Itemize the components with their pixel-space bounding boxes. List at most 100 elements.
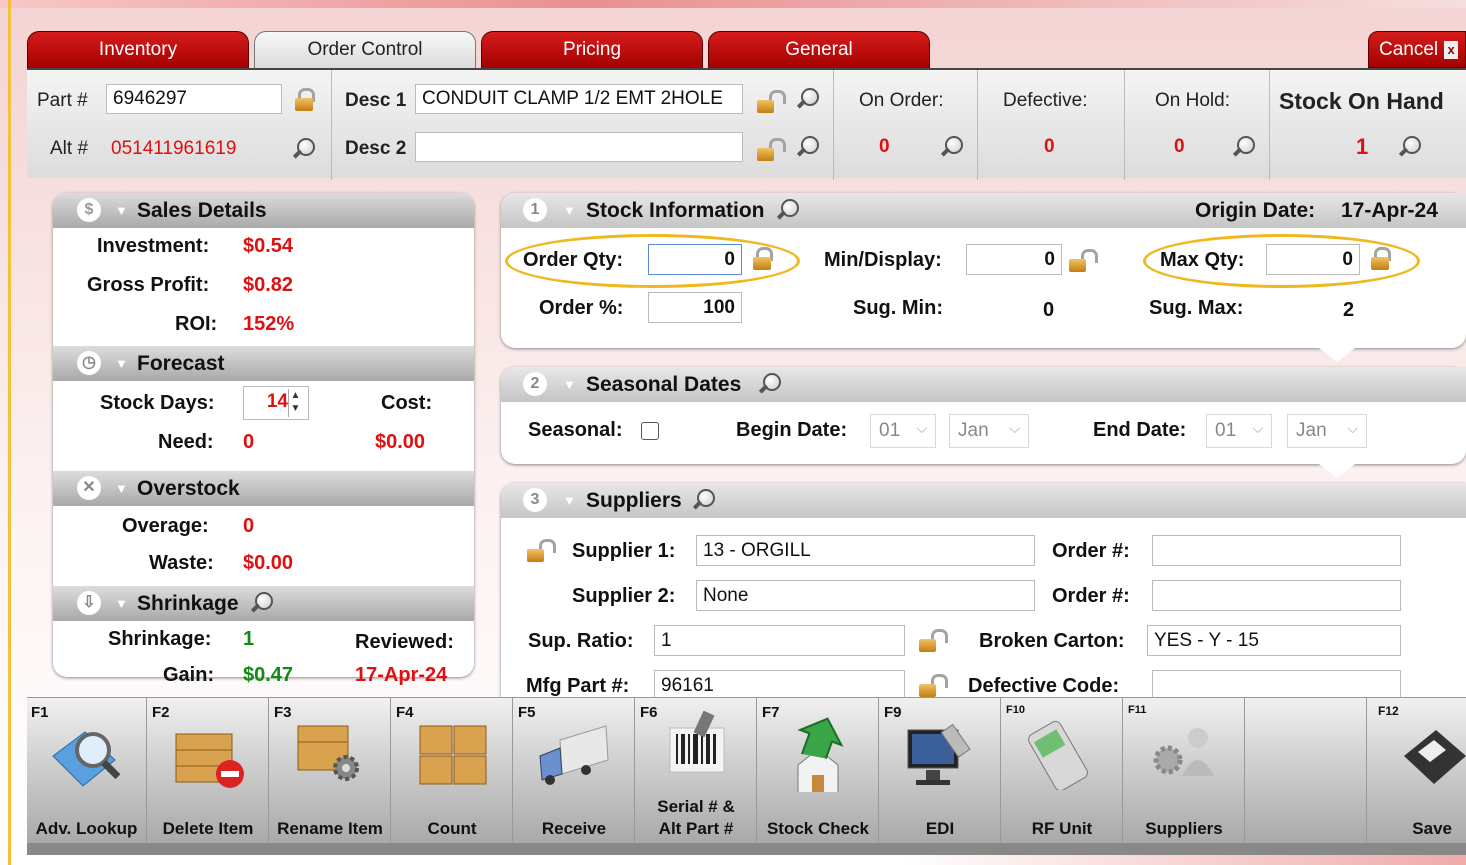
rename-item-button[interactable]: F3 Rename Item bbox=[270, 698, 391, 844]
empty-toolbar-slot bbox=[1246, 698, 1367, 844]
shrinkage-label: Shrinkage: bbox=[108, 628, 212, 650]
desc1-field[interactable]: CONDUIT CLAMP 1/2 EMT 2HOLE bbox=[415, 84, 743, 114]
edi-button[interactable]: F9 EDI bbox=[880, 698, 1001, 844]
receive-button[interactable]: F5 Receive bbox=[514, 698, 635, 844]
function-key: F1 bbox=[31, 704, 49, 721]
shrinkage-header[interactable]: ⇩ ▼ Shrinkage bbox=[53, 586, 474, 621]
serial-alt-part-button[interactable]: F6 Serial # & Alt Part # bbox=[636, 698, 757, 844]
on-order-search-icon[interactable] bbox=[939, 134, 965, 160]
save-label: Save bbox=[1412, 819, 1452, 838]
function-key-toolbar: F1 Adv. Lookup F2 Delete Item F3 Rename … bbox=[27, 697, 1466, 844]
desc2-field[interactable] bbox=[415, 132, 743, 162]
defective-value: 0 bbox=[1044, 136, 1055, 157]
function-key: F2 bbox=[152, 704, 170, 721]
end-day-select[interactable]: 01 bbox=[1206, 412, 1272, 448]
order-num-label: Order #: bbox=[1052, 585, 1130, 607]
forecast-header[interactable]: ◷ ▼ Forecast bbox=[53, 346, 474, 381]
adv-lookup-label: Adv. Lookup bbox=[35, 819, 138, 838]
count-button[interactable]: F4 Count bbox=[392, 698, 513, 844]
supplier1-field[interactable]: 13 - ORGILL bbox=[696, 535, 1035, 566]
unlock-icon[interactable] bbox=[757, 138, 786, 162]
tab-order-control[interactable]: Order Control bbox=[254, 31, 476, 68]
on-hold-label: On Hold: bbox=[1155, 90, 1230, 111]
supplier2-label: Supplier 2: bbox=[572, 585, 676, 607]
begin-day-select[interactable]: 01 bbox=[870, 412, 936, 448]
min-display-field[interactable]: 0 bbox=[966, 244, 1062, 275]
save-button[interactable]: F12 Save bbox=[1368, 698, 1466, 844]
seasonal-search-icon[interactable] bbox=[757, 371, 783, 397]
unlock-icon[interactable] bbox=[1069, 249, 1098, 273]
overstock-header[interactable]: ✕ ▼ Overstock bbox=[53, 471, 474, 506]
seasonal-dates-header[interactable]: 2 ▼ Seasonal Dates bbox=[501, 367, 1466, 402]
suppliers-label: Suppliers bbox=[1145, 819, 1223, 838]
origin-date-label: Origin Date: bbox=[1195, 199, 1316, 222]
gain-label: Gain: bbox=[163, 664, 215, 686]
suppliers-search-icon[interactable] bbox=[691, 487, 717, 513]
stock-information-search-icon[interactable] bbox=[775, 197, 801, 223]
unlock-icon[interactable] bbox=[527, 539, 556, 563]
rf-unit-label: RF Unit bbox=[1031, 819, 1093, 838]
unlock-icon[interactable] bbox=[919, 674, 948, 698]
function-key: F4 bbox=[396, 704, 414, 721]
need-value: 0 bbox=[243, 431, 255, 453]
close-icon: x bbox=[1444, 40, 1459, 59]
cost-value: $0.00 bbox=[375, 431, 426, 453]
tools-icon: ✕ bbox=[77, 476, 101, 500]
order-num2-field[interactable] bbox=[1152, 580, 1401, 611]
unlock-icon[interactable] bbox=[757, 90, 786, 114]
spinner-arrows-icon[interactable]: ▲ ▼ bbox=[288, 389, 302, 417]
part-number-field[interactable]: 6946297 bbox=[106, 84, 282, 114]
origin-date-value: 17-Apr-24 bbox=[1341, 199, 1438, 222]
sug-min-value: 0 bbox=[1043, 299, 1055, 321]
cancel-button[interactable]: Cancel x bbox=[1368, 31, 1466, 68]
shrinkage-title: Shrinkage bbox=[137, 592, 239, 615]
panel-pointer bbox=[1319, 348, 1355, 362]
alt-search-icon[interactable] bbox=[291, 136, 317, 162]
suppliers-button[interactable]: F11 Suppliers bbox=[1124, 698, 1245, 844]
gain-value: $0.47 bbox=[243, 664, 294, 686]
tab-inventory[interactable]: Inventory bbox=[27, 31, 249, 68]
seasonal-checkbox[interactable] bbox=[641, 422, 659, 440]
tab-pricing[interactable]: Pricing bbox=[481, 31, 703, 68]
broken-carton-field[interactable]: YES - Y - 15 bbox=[1147, 625, 1401, 656]
alt-number-value: 051411961619 bbox=[111, 138, 237, 159]
step-number: 1 bbox=[523, 198, 547, 222]
roi-label: ROI: bbox=[175, 313, 218, 335]
serial-alt-part-label: Serial # & Alt Part # bbox=[657, 797, 735, 838]
stock-information-header[interactable]: 1 ▼ Stock Information Origin Date: 17-Ap… bbox=[501, 193, 1466, 228]
delete-item-button[interactable]: F2 Delete Item bbox=[148, 698, 269, 844]
order-num1-field[interactable] bbox=[1152, 535, 1401, 566]
roi-value: 152% bbox=[243, 313, 295, 335]
on-hold-search-icon[interactable] bbox=[1231, 134, 1257, 160]
supplier2-field[interactable]: None bbox=[696, 580, 1035, 611]
order-pct-field[interactable]: 100 bbox=[648, 292, 742, 323]
stock-check-button[interactable]: F7 Stock Check bbox=[758, 698, 879, 844]
begin-date-label: Begin Date: bbox=[736, 419, 848, 441]
tab-general[interactable]: General bbox=[708, 31, 930, 68]
investment-value: $0.54 bbox=[243, 235, 294, 257]
monitor-plug-icon bbox=[907, 723, 971, 785]
edi-label: EDI bbox=[925, 819, 955, 838]
sup-ratio-field[interactable]: 1 bbox=[654, 625, 905, 656]
receive-label: Receive bbox=[541, 819, 607, 838]
function-key: F7 bbox=[762, 704, 780, 721]
sales-details-header[interactable]: $ ▼ Sales Details bbox=[53, 193, 474, 228]
suppliers-header[interactable]: 3 ▼ Suppliers bbox=[501, 483, 1466, 518]
function-key: F5 bbox=[518, 704, 536, 721]
function-key: F11 bbox=[1128, 704, 1147, 716]
crate-gear-icon bbox=[297, 725, 359, 781]
lock-icon[interactable] bbox=[293, 88, 315, 112]
desc2-search-icon[interactable] bbox=[795, 134, 821, 160]
rf-unit-button[interactable]: F10 RF Unit bbox=[1002, 698, 1123, 844]
shrinkage-search-icon[interactable] bbox=[249, 590, 275, 616]
overstock-title: Overstock bbox=[137, 477, 240, 500]
begin-month-select[interactable]: Jan bbox=[949, 412, 1029, 448]
rename-item-label: Rename Item bbox=[277, 819, 383, 838]
desc1-search-icon[interactable] bbox=[795, 86, 821, 112]
on-hold-value: 0 bbox=[1174, 136, 1185, 157]
sales-panel: $ ▼ Sales Details Investment: $0.54 Gros… bbox=[53, 193, 474, 686]
unlock-icon[interactable] bbox=[919, 629, 948, 653]
end-month-select[interactable]: Jan bbox=[1287, 412, 1367, 448]
stock-on-hand-search-icon[interactable] bbox=[1397, 134, 1423, 160]
adv-lookup-button[interactable]: F1 Adv. Lookup bbox=[27, 698, 147, 844]
